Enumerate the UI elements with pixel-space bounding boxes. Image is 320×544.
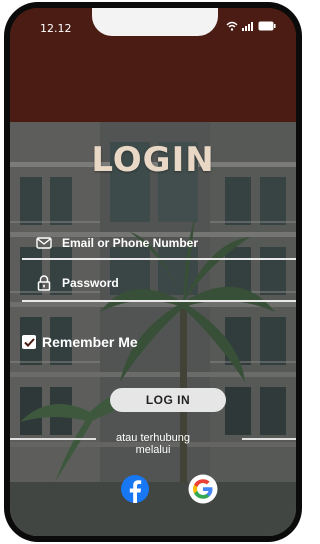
page-title: LOGIN — [91, 140, 215, 180]
alternate-login-line-2: melalui — [135, 444, 171, 456]
status-icons — [226, 21, 276, 31]
alternate-login-line-1: atau terhubung — [115, 432, 190, 444]
login-button[interactable]: LOG IN — [110, 388, 226, 412]
email-field-row — [22, 230, 292, 256]
email-underline — [22, 258, 296, 260]
password-field-row — [22, 270, 292, 296]
lock-icon — [34, 273, 54, 293]
facebook-login-button[interactable] — [120, 474, 150, 504]
email-input[interactable] — [60, 235, 284, 251]
status-time: 12.12 — [40, 22, 72, 35]
notch — [92, 8, 218, 36]
checkmark-icon — [23, 337, 35, 347]
background-photo — [10, 122, 296, 536]
alternate-login-text: atau terhubung melalui — [10, 432, 296, 456]
password-input[interactable] — [60, 275, 284, 291]
phone-frame: 12.12 LOGIN Email or Phone Number Rememb… — [4, 2, 302, 542]
remember-me[interactable]: Remember Me — [22, 334, 138, 350]
google-login-button[interactable] — [188, 474, 218, 504]
remember-checkbox[interactable] — [22, 335, 36, 349]
password-underline — [22, 300, 296, 302]
battery-icon — [258, 21, 276, 31]
screen: 12.12 LOGIN Email or Phone Number Rememb… — [10, 8, 296, 536]
remember-label: Remember Me — [42, 334, 138, 350]
signal-icon — [242, 22, 253, 31]
google-icon — [188, 474, 218, 504]
facebook-icon — [121, 475, 149, 503]
wifi-icon — [226, 21, 238, 31]
envelope-icon — [34, 233, 54, 253]
